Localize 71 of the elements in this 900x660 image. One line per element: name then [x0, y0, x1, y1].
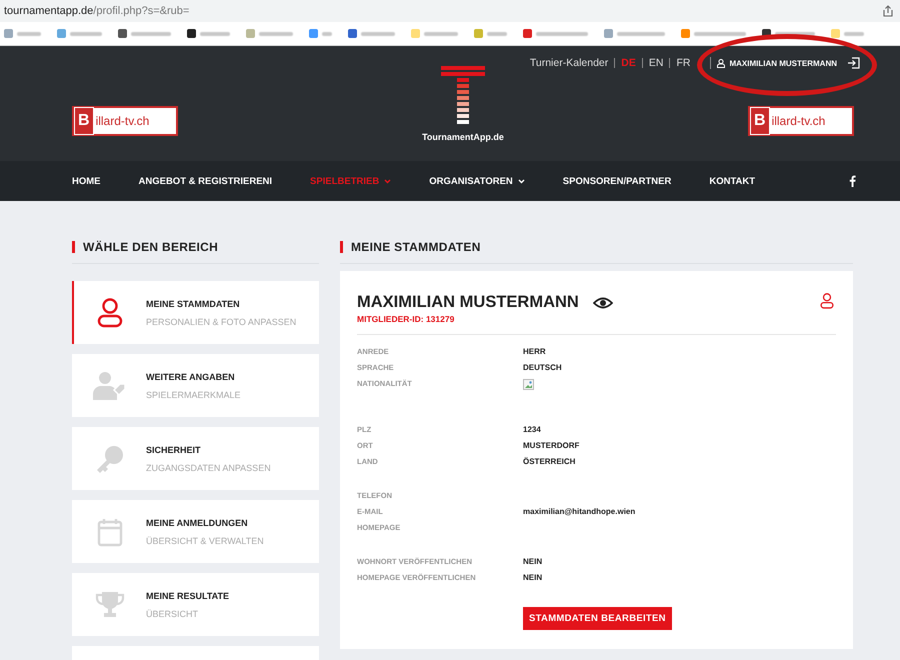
section-heading: WÄHLE DEN BEREICH — [72, 241, 319, 253]
chevron-down-icon — [384, 178, 392, 184]
menu-title: WEITERE ANGABEN — [146, 372, 236, 382]
blurred-label — [361, 32, 395, 36]
menu-title: MEINE STAMMDATEN — [146, 298, 241, 308]
share-icon[interactable] — [882, 5, 894, 17]
blurred-label — [259, 32, 293, 36]
field-value: NEIN — [523, 557, 544, 567]
blurred-label — [131, 32, 171, 36]
header-link[interactable]: Turnier-Kalender — [524, 58, 614, 68]
field-value: ÖSTERREICH — [523, 457, 576, 467]
nav-link[interactable]: KONTAKT — [709, 176, 756, 186]
url-text[interactable]: tournamentapp.de/profil.php?s=&rub= — [4, 5, 190, 17]
menu-subtitle: ZUGANGSDATEN ANPASSEN — [146, 462, 271, 472]
user-icon — [97, 298, 123, 328]
blurred-label — [536, 32, 588, 36]
blurred-label — [424, 32, 458, 36]
member-id: MITGLIEDER-ID: 131279 — [357, 314, 456, 324]
user-menu[interactable]: MAXIMILIAN MUSTERMANN — [710, 57, 860, 69]
menu-title: MEINE RESULTATE — [146, 590, 229, 600]
key-icon — [95, 444, 125, 474]
blurred-label — [844, 32, 864, 36]
field-value: HERR — [523, 347, 547, 357]
sponsor-logo[interactable]: B illard-tv.ch — [72, 106, 178, 136]
nav-link[interactable]: HOME — [72, 176, 100, 186]
menu-subtitle: SPIELERMAERKMALE — [146, 390, 241, 400]
blurred-label — [694, 32, 746, 36]
logo-text[interactable]: TournamentApp.de — [422, 132, 504, 142]
calendar-icon — [97, 516, 123, 546]
logout-icon[interactable] — [847, 57, 860, 69]
field-value: MUSTERDORF — [523, 441, 580, 451]
blurred-label — [70, 32, 102, 36]
blurred-label — [775, 32, 815, 36]
menu-card[interactable]: SICHERHEIT ZUGANGSDATEN ANPASSEN — [72, 427, 319, 490]
menu-title: SICHERHEIT — [146, 444, 202, 454]
facebook-icon[interactable] — [849, 175, 856, 187]
member-name: MAXIMILIAN MUSTERMANN — [357, 293, 579, 312]
edit-button[interactable]: STAMMDATEN BEARBEITEN — [523, 607, 672, 630]
logo-drawing[interactable] — [441, 66, 485, 126]
nav-link[interactable]: ORGANISATOREN — [429, 176, 525, 186]
eye-icon[interactable] — [592, 296, 613, 308]
field-value: NEIN — [523, 573, 544, 583]
field-value: maximilian@hitandhope.wien — [523, 507, 636, 517]
section-heading: MEINE STAMMDATEN — [340, 241, 853, 253]
sponsor-logo[interactable]: B illard-tv.ch — [748, 106, 854, 136]
blurred-label — [617, 32, 665, 36]
field-value: 1234 — [523, 425, 542, 435]
menu-card[interactable]: MEINE STAMMDATEN PERSONALIEN & FOTO ANPASSEN — [72, 281, 319, 344]
field-value: DEUTSCH — [523, 363, 563, 373]
user-icon — [717, 58, 726, 68]
menu-subtitle: ÜBERSICHT & VERWALTEN — [146, 536, 264, 546]
menu-title: MEINE ANMELDUNGEN — [146, 518, 249, 528]
menu-card[interactable]: MEINE ANMELDUNGEN ÜBERSICHT & VERWALTEN — [72, 500, 319, 563]
menu-subtitle: ÜBERSICHT — [146, 608, 200, 618]
blurred-label — [200, 32, 230, 36]
trophy-icon — [94, 590, 126, 620]
blurred-label — [17, 32, 41, 36]
header-link[interactable]: EN — [642, 58, 670, 68]
bookmark-icon[interactable] — [187, 29, 196, 38]
menu-card[interactable]: MEINE RESULTATE ÜBERSICHT — [72, 573, 319, 636]
menu-subtitle: PERSONALIEN & FOTO ANPASSEN — [146, 316, 296, 326]
user-icon — [820, 293, 834, 309]
chevron-down-icon — [518, 178, 525, 184]
header-link[interactable]: FR — [669, 58, 696, 68]
nav-link[interactable]: SPONSOREN/PARTNER — [562, 176, 672, 186]
menu-card[interactable]: WEITERE ANGABEN SPIELERMAERKMALE — [72, 354, 319, 417]
blurred-label — [487, 32, 507, 36]
nav-link[interactable]: ANGEBOT & REGISTRIERENI — [138, 176, 272, 186]
broken-image-icon — [523, 379, 534, 390]
bookmark-icon[interactable] — [118, 29, 127, 38]
blurred-label — [322, 32, 332, 36]
